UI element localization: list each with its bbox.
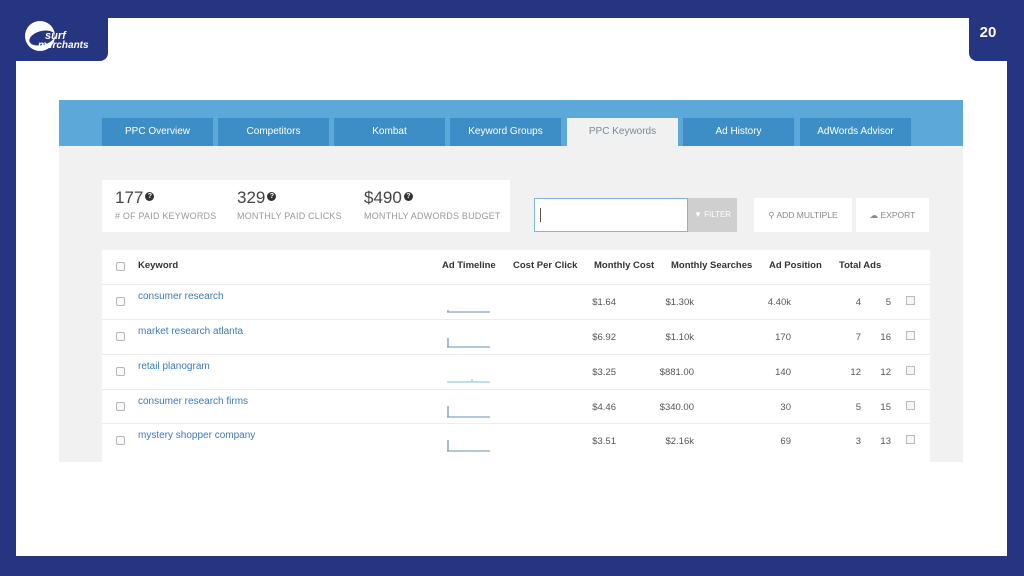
header-ad-position[interactable]: Ad Position <box>769 260 822 271</box>
total-ads-value: 12 <box>880 367 891 378</box>
keywords-table: Keyword Ad Timeline Cost Per Click Month… <box>102 250 930 462</box>
stat-value: 329 <box>237 188 266 207</box>
tab-ad-history[interactable]: Ad History <box>683 118 794 146</box>
ad-timeline-sparkline <box>447 440 490 452</box>
ad-timeline-sparkline <box>447 338 490 348</box>
table-row: retail planogram $3.25 $881.00 140 12 12 <box>102 354 930 389</box>
ad-position-value: 5 <box>855 402 861 413</box>
header-ad-timeline[interactable]: Ad Timeline <box>442 260 496 271</box>
monthly-cost-value: $2.16k <box>665 436 694 447</box>
stat-value: 177 <box>115 188 144 207</box>
stat-value: $490 <box>364 188 402 207</box>
tab-kombat[interactable]: Kombat <box>334 118 445 146</box>
keyword-link[interactable]: mystery shopper company <box>138 430 255 441</box>
monthly-searches-value: 140 <box>775 367 791 378</box>
cpc-value: $3.51 <box>592 436 616 447</box>
search-input[interactable] <box>534 198 688 232</box>
stats-panel: 177? # OF PAID KEYWORDS 329? MONTHLY PAI… <box>102 180 510 232</box>
add-multiple-icon: ⚲ <box>768 210 775 220</box>
tab-ppc-overview[interactable]: PPC Overview <box>102 118 213 146</box>
monthly-searches-value: 69 <box>780 436 791 447</box>
tab-ppc-keywords[interactable]: PPC Keywords <box>567 118 678 146</box>
keyword-link[interactable]: market research atlanta <box>138 326 243 337</box>
monthly-searches-value: 30 <box>780 402 791 413</box>
cpc-value: $4.46 <box>592 402 616 413</box>
expand-icon[interactable] <box>906 331 915 340</box>
header-keyword[interactable]: Keyword <box>138 260 178 271</box>
stat-paid-clicks: 329? MONTHLY PAID CLICKS <box>237 188 342 221</box>
expand-icon[interactable] <box>906 366 915 375</box>
stat-label: MONTHLY ADWORDS BUDGET <box>364 211 501 221</box>
cloud-upload-icon: ☁ <box>869 210 879 220</box>
total-ads-value: 15 <box>880 402 891 413</box>
page-number: 20 <box>969 18 1007 61</box>
add-multiple-button[interactable]: ⚲ ADD MULTIPLE <box>754 198 852 232</box>
ad-timeline-sparkline <box>447 310 490 313</box>
table-row: market research atlanta $6.92 $1.10k 170… <box>102 319 930 354</box>
ad-position-value: 3 <box>855 436 861 447</box>
total-ads-value: 5 <box>885 297 891 308</box>
expand-icon[interactable] <box>906 296 915 305</box>
ad-position-value: 12 <box>850 367 861 378</box>
surf-merchants-logo: surf merchants <box>25 21 89 51</box>
row-checkbox[interactable] <box>116 332 125 341</box>
row-checkbox[interactable] <box>116 436 125 445</box>
ad-timeline-sparkline <box>447 406 490 418</box>
tab-bar: PPC Overview Competitors Kombat Keyword … <box>59 100 963 146</box>
monthly-cost-value: $881.00 <box>659 367 694 378</box>
keyword-link[interactable]: consumer research firms <box>138 396 248 407</box>
export-button[interactable]: ☁ EXPORT <box>856 198 929 232</box>
row-checkbox[interactable] <box>116 402 125 411</box>
logo-box: surf merchants <box>16 18 108 61</box>
stat-adwords-budget: $490? MONTHLY ADWORDS BUDGET <box>364 188 501 221</box>
table-row: mystery shopper company $3.51 $2.16k 69 … <box>102 423 930 458</box>
cpc-value: $3.25 <box>592 367 616 378</box>
table-row: consumer research $1.64 $1.30k 4.40k 4 5 <box>102 284 930 319</box>
filter-label: FILTER <box>704 210 732 219</box>
help-icon[interactable]: ? <box>145 192 155 201</box>
tab-adwords-advisor[interactable]: AdWords Advisor <box>800 118 911 146</box>
header-monthly-searches[interactable]: Monthly Searches <box>671 260 752 271</box>
monthly-searches-value: 4.40k <box>767 297 791 308</box>
monthly-searches-value: 170 <box>775 332 791 343</box>
ad-position-value: 7 <box>855 332 861 343</box>
row-checkbox[interactable] <box>116 297 125 306</box>
cpc-value: $1.64 <box>592 297 616 308</box>
total-ads-value: 13 <box>880 436 891 447</box>
help-icon[interactable]: ? <box>267 192 277 201</box>
header-monthly-cost[interactable]: Monthly Cost <box>594 260 654 271</box>
add-multiple-label: ADD MULTIPLE <box>776 210 838 220</box>
keyword-link[interactable]: consumer research <box>138 291 224 302</box>
monthly-cost-value: $340.00 <box>659 402 694 413</box>
select-all-checkbox[interactable] <box>116 262 125 271</box>
expand-icon[interactable] <box>906 401 915 410</box>
row-checkbox[interactable] <box>116 367 125 376</box>
stat-label: MONTHLY PAID CLICKS <box>237 211 342 221</box>
total-ads-value: 16 <box>880 332 891 343</box>
text-caret <box>540 208 541 222</box>
monthly-cost-value: $1.30k <box>665 297 694 308</box>
filter-button[interactable]: ▼ FILTER <box>688 198 737 232</box>
stat-label: # OF PAID KEYWORDS <box>115 211 217 221</box>
screenshot-panel: PPC Overview Competitors Kombat Keyword … <box>59 100 963 462</box>
export-label: EXPORT <box>880 210 916 220</box>
tab-competitors[interactable]: Competitors <box>218 118 329 146</box>
help-icon[interactable]: ? <box>403 192 413 201</box>
stat-paid-keywords: 177? # OF PAID KEYWORDS <box>115 188 216 221</box>
ad-position-value: 4 <box>855 297 861 308</box>
filter-icon: ▼ <box>693 210 702 219</box>
ad-timeline-sparkline <box>447 379 490 383</box>
svg-text:merchants: merchants <box>38 40 89 51</box>
tab-keyword-groups[interactable]: Keyword Groups <box>450 118 561 146</box>
header-total-ads[interactable]: Total Ads <box>839 260 881 271</box>
table-row: consumer research firms $4.46 $340.00 30… <box>102 389 930 424</box>
cpc-value: $6.92 <box>592 332 616 343</box>
expand-icon[interactable] <box>906 435 915 444</box>
keyword-link[interactable]: retail planogram <box>138 361 210 372</box>
monthly-cost-value: $1.10k <box>665 332 694 343</box>
header-cost-per-click[interactable]: Cost Per Click <box>513 260 577 271</box>
